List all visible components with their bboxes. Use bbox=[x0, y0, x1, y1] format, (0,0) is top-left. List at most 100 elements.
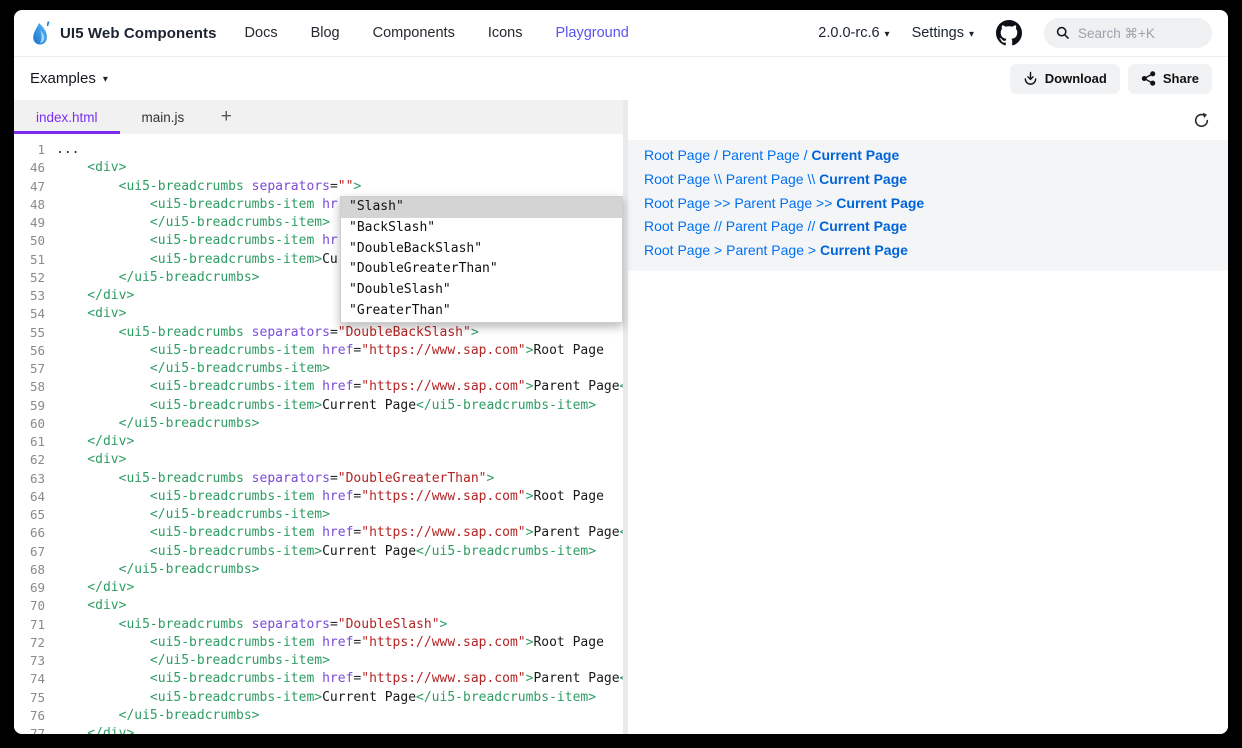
breadcrumb-link-root[interactable]: Root Page bbox=[644, 242, 710, 258]
code-line[interactable]: 61 </div> bbox=[14, 433, 623, 451]
header-right: 2.0.0-rc.6 ▾ Settings ▾ bbox=[818, 18, 1212, 48]
code-text: <ui5-breadcrumbs-item href="https://www.… bbox=[56, 342, 604, 360]
search-box[interactable] bbox=[1044, 18, 1212, 48]
breadcrumb-link-parent[interactable]: Parent Page bbox=[734, 195, 812, 211]
chevron-down-icon: ▾ bbox=[103, 74, 108, 85]
autocomplete-option[interactable]: "DoubleSlash" bbox=[341, 280, 622, 301]
settings-menu[interactable]: Settings ▾ bbox=[912, 25, 974, 41]
breadcrumb-separator: // bbox=[710, 218, 726, 234]
download-button[interactable]: Download bbox=[1010, 64, 1120, 94]
code-line[interactable]: 75 <ui5-breadcrumbs-item>Current Page</u… bbox=[14, 689, 623, 707]
line-number: 73 bbox=[14, 652, 45, 670]
code-text: <ui5-breadcrumbs separators="DoubleBackS… bbox=[56, 324, 479, 342]
code-text: </ui5-breadcrumbs-item> bbox=[56, 506, 330, 524]
line-number: 48 bbox=[14, 196, 45, 214]
code-text: <ui5-breadcrumbs-item href="https://www.… bbox=[56, 670, 623, 688]
code-line[interactable]: 70 <div> bbox=[14, 597, 623, 615]
code-line[interactable]: 57 </ui5-breadcrumbs-item> bbox=[14, 360, 623, 378]
share-label: Share bbox=[1163, 71, 1199, 86]
nav-link-components[interactable]: Components bbox=[373, 25, 455, 41]
top-header: UI5 Web Components Docs Blog Components Ico… bbox=[14, 10, 1228, 56]
nav-link-blog[interactable]: Blog bbox=[311, 25, 340, 41]
nav-link-playground[interactable]: Playground bbox=[556, 25, 629, 41]
search-icon bbox=[1056, 26, 1070, 40]
code-text: </div> bbox=[56, 725, 134, 734]
breadcrumb-current-page: Current Page bbox=[819, 218, 907, 234]
line-number: 70 bbox=[14, 597, 45, 615]
code-text: <ui5-breadcrumbs-item>Cu bbox=[56, 251, 338, 269]
breadcrumb-link-root[interactable]: Root Page bbox=[644, 218, 710, 234]
line-number: 52 bbox=[14, 269, 45, 287]
autocomplete-option[interactable]: "DoubleBackSlash" bbox=[341, 239, 622, 260]
code-line[interactable]: 77 </div> bbox=[14, 725, 623, 734]
code-line[interactable]: 1... bbox=[14, 141, 623, 159]
code-text: <ui5-breadcrumbs-item>Current Page</ui5-… bbox=[56, 543, 596, 561]
code-text: <ui5-breadcrumbs-item href="https://www.… bbox=[56, 634, 604, 652]
code-text: <ui5-breadcrumbs-item href="https://www.… bbox=[56, 378, 623, 396]
settings-label: Settings bbox=[912, 25, 964, 41]
breadcrumb-link-parent[interactable]: Parent Page bbox=[726, 171, 804, 187]
code-line[interactable]: 64 <ui5-breadcrumbs-item href="https://w… bbox=[14, 488, 623, 506]
code-text: </ui5-breadcrumbs-item> bbox=[56, 652, 330, 670]
code-line[interactable]: 58 <ui5-breadcrumbs-item href="https://w… bbox=[14, 378, 623, 396]
breadcrumb-link-parent[interactable]: Parent Page bbox=[722, 147, 800, 163]
breadcrumbs-preview-panel: Root Page / Parent Page / Current PageRo… bbox=[628, 140, 1228, 271]
code-line[interactable]: 74 <ui5-breadcrumbs-item href="https://w… bbox=[14, 670, 623, 688]
code-line[interactable]: 66 <ui5-breadcrumbs-item href="https://w… bbox=[14, 524, 623, 542]
add-tab-button[interactable]: + bbox=[206, 100, 246, 134]
share-button[interactable]: Share bbox=[1128, 64, 1212, 94]
code-line[interactable]: 65 </ui5-breadcrumbs-item> bbox=[14, 506, 623, 524]
editor-tab-index-html[interactable]: index.html bbox=[14, 100, 120, 134]
code-line[interactable]: 68 </ui5-breadcrumbs> bbox=[14, 561, 623, 579]
nav-link-docs[interactable]: Docs bbox=[245, 25, 278, 41]
code-text: </ui5-breadcrumbs> bbox=[56, 415, 260, 433]
code-line[interactable]: 55 <ui5-breadcrumbs separators="DoubleBa… bbox=[14, 324, 623, 342]
code-text: </ui5-breadcrumbs-item> bbox=[56, 360, 330, 378]
search-input[interactable] bbox=[1078, 26, 1188, 41]
line-number: 67 bbox=[14, 543, 45, 561]
code-line[interactable]: 71 <ui5-breadcrumbs separators="DoubleSl… bbox=[14, 616, 623, 634]
github-icon[interactable] bbox=[996, 20, 1022, 46]
examples-menu[interactable]: Examples ▾ bbox=[30, 70, 108, 87]
code-line[interactable]: 73 </ui5-breadcrumbs-item> bbox=[14, 652, 623, 670]
code-line[interactable]: 76 </ui5-breadcrumbs> bbox=[14, 707, 623, 725]
breadcrumb-link-parent[interactable]: Parent Page bbox=[726, 218, 804, 234]
code-line[interactable]: 69 </div> bbox=[14, 579, 623, 597]
autocomplete-option[interactable]: "BackSlash" bbox=[341, 218, 622, 239]
content-area: index.htmlmain.js+ 1...46 <div>47 <ui5-b… bbox=[14, 100, 1228, 734]
refresh-icon[interactable] bbox=[1192, 111, 1210, 129]
breadcrumb-link-root[interactable]: Root Page bbox=[644, 195, 710, 211]
breadcrumb-link-root[interactable]: Root Page bbox=[644, 147, 710, 163]
code-line[interactable]: 63 <ui5-breadcrumbs separators="DoubleGr… bbox=[14, 470, 623, 488]
autocomplete-option[interactable]: "GreaterThan" bbox=[341, 301, 622, 322]
code-line[interactable]: 62 <div> bbox=[14, 451, 623, 469]
line-number: 49 bbox=[14, 214, 45, 232]
code-line[interactable]: 59 <ui5-breadcrumbs-item>Current Page</u… bbox=[14, 397, 623, 415]
code-text: <ui5-breadcrumbs-item href="https://www.… bbox=[56, 488, 604, 506]
code-line[interactable]: 56 <ui5-breadcrumbs-item href="https://w… bbox=[14, 342, 623, 360]
autocomplete-option[interactable]: "Slash" bbox=[341, 197, 622, 218]
code-text: <ui5-breadcrumbs-item hr bbox=[56, 196, 338, 214]
line-number: 1 bbox=[14, 141, 45, 159]
code-line[interactable]: 46 <div> bbox=[14, 159, 623, 177]
code-text: <ui5-breadcrumbs-item>Current Page</ui5-… bbox=[56, 689, 596, 707]
code-line[interactable]: 47 <ui5-breadcrumbs separators=""> bbox=[14, 178, 623, 196]
autocomplete-option[interactable]: "DoubleGreaterThan" bbox=[341, 259, 622, 280]
brand[interactable]: UI5 Web Components bbox=[30, 20, 217, 46]
chevron-down-icon: ▾ bbox=[885, 29, 890, 40]
version-menu[interactable]: 2.0.0-rc.6 ▾ bbox=[818, 25, 889, 41]
code-text: <ui5-breadcrumbs separators=""> bbox=[56, 178, 361, 196]
examples-label: Examples bbox=[30, 70, 96, 87]
breadcrumb-link-parent[interactable]: Parent Page bbox=[726, 242, 804, 258]
ui5-flame-logo-icon bbox=[30, 20, 52, 46]
code-line[interactable]: 67 <ui5-breadcrumbs-item>Current Page</u… bbox=[14, 543, 623, 561]
code-text: <div> bbox=[56, 597, 126, 615]
breadcrumb-row: Root Page > Parent Page > Current Page bbox=[644, 239, 1228, 263]
breadcrumb-separator: / bbox=[800, 147, 812, 163]
nav-link-icons[interactable]: Icons bbox=[488, 25, 523, 41]
breadcrumb-link-root[interactable]: Root Page bbox=[644, 171, 710, 187]
code-text: ... bbox=[56, 141, 79, 159]
code-line[interactable]: 72 <ui5-breadcrumbs-item href="https://w… bbox=[14, 634, 623, 652]
code-line[interactable]: 60 </ui5-breadcrumbs> bbox=[14, 415, 623, 433]
editor-tab-main-js[interactable]: main.js bbox=[120, 100, 207, 134]
